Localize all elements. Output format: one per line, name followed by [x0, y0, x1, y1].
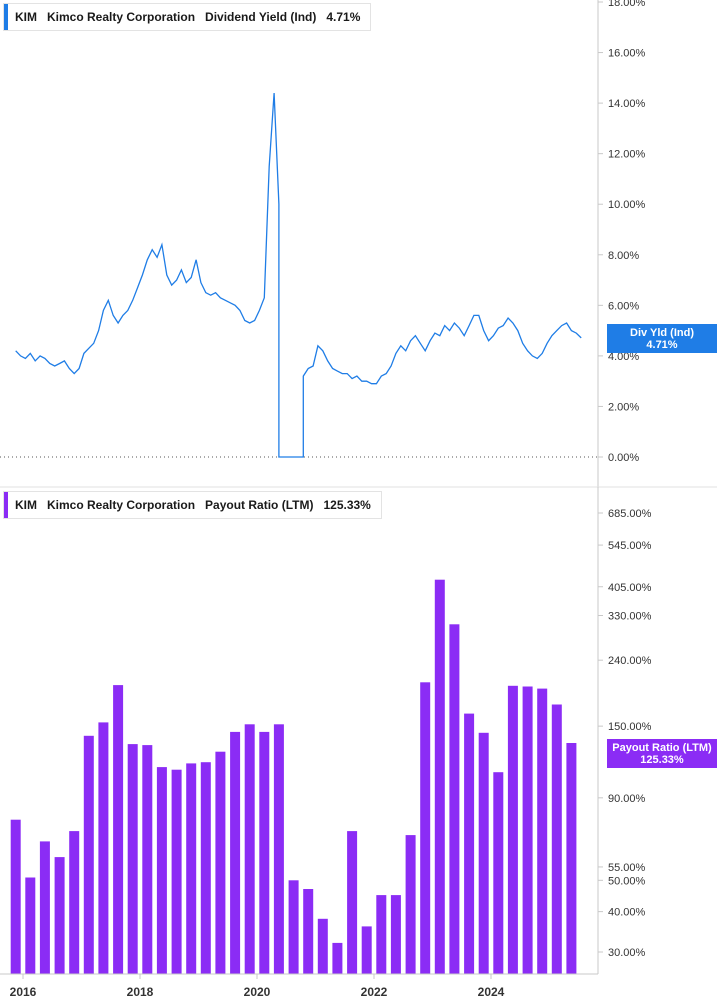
- bottom-legend-company: Kimco Realty Corporation: [47, 498, 196, 512]
- x-tick-label: 2016: [10, 985, 37, 999]
- top-axis-group: 0.00%2.00%4.00%6.00%8.00%10.00%12.00%14.…: [0, 0, 717, 488]
- current-payout-tag-value: 125.33%: [640, 754, 684, 766]
- bottom-y-tick-label: 90.00%: [608, 793, 646, 805]
- x-axis: 2016 2018 2020 2022 2024: [0, 973, 598, 999]
- payout-bar: [449, 624, 460, 974]
- dividend-yield-line: [15, 92, 582, 458]
- bottom-legend-ticker: KIM: [15, 498, 37, 512]
- payout-bar: [10, 819, 21, 974]
- bottom-legend[interactable]: KIM Kimco Realty Corporation Payout Rati…: [3, 491, 382, 519]
- top-y-tick-label: 0.00%: [608, 452, 639, 464]
- bottom-y-tick-label: 405.00%: [608, 582, 652, 594]
- top-legend-value: 4.71%: [326, 10, 361, 24]
- payout-bar: [522, 686, 533, 974]
- current-yield-tag: Div Yld (Ind) 4.71%: [607, 324, 717, 353]
- payout-bar: [551, 704, 562, 974]
- payout-bar: [200, 762, 211, 974]
- bottom-legend-value: 125.33%: [323, 498, 371, 512]
- payout-bar: [230, 731, 241, 974]
- top-y-tick-label: 6.00%: [608, 300, 639, 312]
- payout-bar: [142, 745, 153, 974]
- top-legend[interactable]: KIM Kimco Realty Corporation Dividend Yi…: [3, 3, 372, 31]
- payout-bar: [420, 682, 431, 974]
- top-y-tick-label: 18.00%: [608, 0, 646, 9]
- payout-bar: [171, 769, 182, 974]
- top-y-tick-label: 16.00%: [608, 48, 646, 60]
- payout-bar: [493, 772, 504, 974]
- payout-bar: [376, 895, 387, 974]
- payout-bar: [478, 732, 489, 974]
- payout-bar: [69, 831, 80, 974]
- top-legend-company: Kimco Realty Corporation: [47, 10, 196, 24]
- top-y-tick-label: 12.00%: [608, 149, 646, 161]
- payout-bar: [25, 877, 36, 974]
- payout-bar: [332, 942, 343, 974]
- payout-bar: [127, 744, 138, 974]
- payout-bar: [303, 889, 314, 974]
- payout-bar: [186, 763, 197, 974]
- payout-bar: [434, 579, 445, 974]
- top-legend-ticker: KIM: [15, 10, 37, 24]
- top-legend-swatch: [4, 4, 8, 30]
- bottom-y-tick-label: 150.00%: [608, 721, 652, 733]
- payout-bar: [54, 857, 65, 974]
- payout-bar: [156, 767, 167, 974]
- x-tick-label: 2018: [127, 985, 154, 999]
- top-y-tick-label: 2.00%: [608, 401, 639, 413]
- x-tick-label: 2024: [478, 985, 505, 999]
- payout-bar: [537, 688, 548, 974]
- payout-bar: [113, 685, 124, 974]
- bottom-y-tick-label: 240.00%: [608, 655, 652, 667]
- bottom-y-tick-label: 40.00%: [608, 907, 646, 919]
- top-y-tick-label: 10.00%: [608, 199, 646, 211]
- current-yield-tag-label: Div Yld (Ind): [630, 327, 694, 339]
- bottom-legend-swatch: [4, 492, 8, 518]
- top-legend-metric: Dividend Yield (Ind): [205, 10, 317, 24]
- payout-bar: [464, 713, 475, 974]
- payout-bar: [273, 724, 284, 974]
- payout-bar: [98, 722, 109, 974]
- payout-bar: [39, 841, 50, 974]
- top-y-tick-label: 14.00%: [608, 98, 646, 110]
- payout-bar: [317, 918, 328, 974]
- bottom-y-tick-label: 30.00%: [608, 947, 646, 959]
- bottom-axis-group: 30.00% 40.00% 50.00%55.00% 90.00% 150.00% 240…: [597, 487, 652, 974]
- bottom-y-tick-label: 50.00%: [608, 875, 646, 887]
- top-y-tick-label: 8.00%: [608, 250, 639, 262]
- bottom-legend-metric: Payout Ratio (LTM): [205, 498, 314, 512]
- payout-bar: [347, 831, 358, 974]
- payout-bar: [507, 685, 518, 974]
- x-tick-label: 2020: [244, 985, 271, 999]
- x-tick-label: 2022: [361, 985, 388, 999]
- payout-bar: [361, 926, 372, 974]
- payout-bar: [244, 724, 255, 974]
- current-payout-tag-label: Payout Ratio (LTM): [612, 742, 712, 754]
- payout-bar: [259, 731, 270, 974]
- current-yield-tag-value: 4.71%: [646, 339, 678, 351]
- payout-bar: [288, 880, 299, 974]
- bottom-y-tick-label: 55.00%: [608, 862, 646, 874]
- payout-bar: [215, 751, 226, 974]
- payout-bar: [405, 835, 416, 974]
- payout-bars-group: [10, 579, 577, 974]
- payout-bar: [390, 895, 401, 974]
- payout-bar: [83, 735, 94, 974]
- payout-bar: [566, 743, 577, 974]
- bottom-y-tick-label: 330.00%: [608, 610, 652, 622]
- current-payout-tag: Payout Ratio (LTM) 125.33%: [607, 739, 717, 768]
- bottom-y-tick-label: 545.00%: [608, 540, 652, 552]
- bottom-y-tick-label: 685.00%: [608, 508, 652, 520]
